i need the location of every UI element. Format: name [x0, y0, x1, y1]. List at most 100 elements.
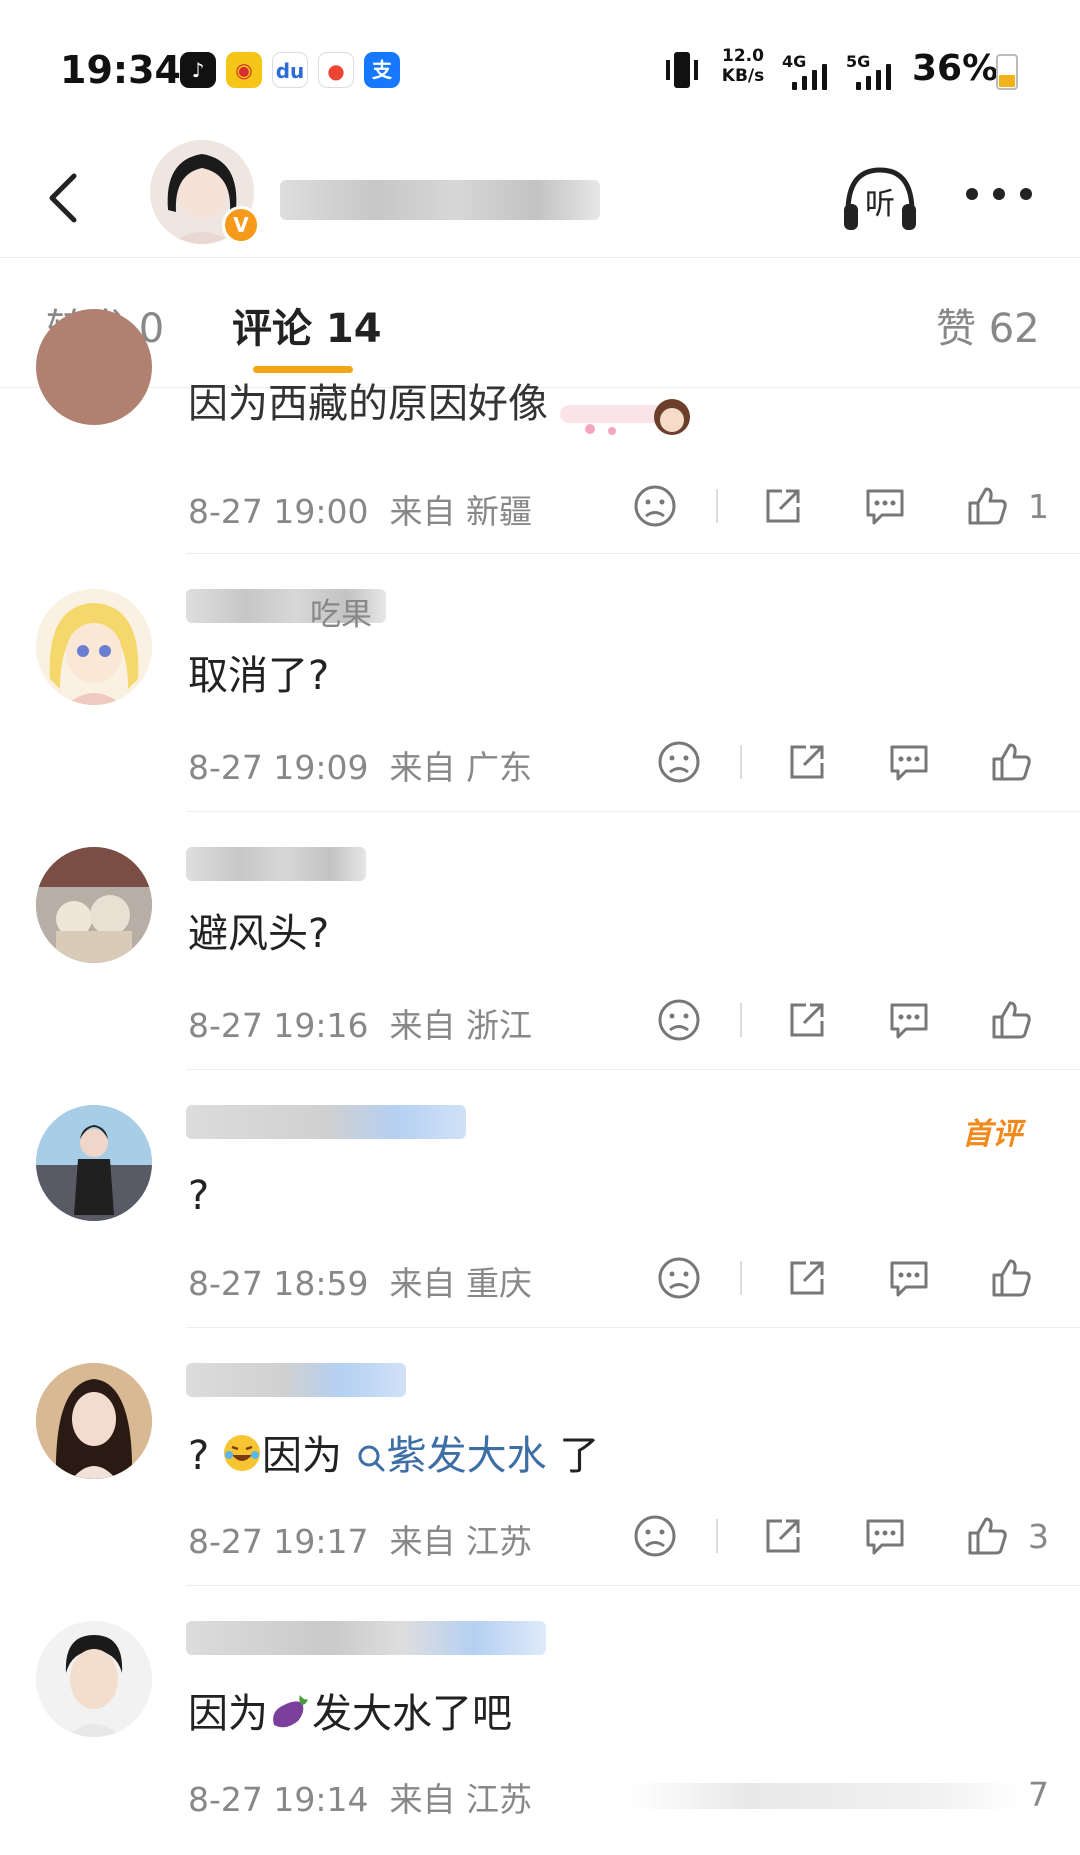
comment-text: 因为西藏的原因好像: [188, 381, 548, 427]
comment-date: 8-27 19:00: [188, 492, 369, 531]
like-icon[interactable]: [964, 1513, 1010, 1559]
comment-actions: [656, 739, 1056, 789]
action-separator: [716, 1519, 718, 1553]
comment-actions: 3: [632, 1513, 1052, 1563]
battery-percent: 36%: [912, 48, 999, 89]
commenter-name-blurred: [186, 1105, 466, 1139]
laughing-tears-emoji-icon: [222, 1433, 262, 1483]
weibo-icon: ◉: [226, 52, 262, 88]
comment-meta: 8-27 19:14 来自 江苏: [188, 1773, 532, 1821]
tab-likes[interactable]: 赞 62: [936, 296, 1040, 354]
comment-location: 来自 江苏: [389, 1522, 532, 1561]
comment-text: 取消了?: [188, 653, 330, 699]
commenter-name-blurred: [186, 1363, 406, 1397]
comment-item: ? 因为 紫发大水 了 8-27 19:17 来自 江苏 3: [0, 1327, 1080, 1586]
like-icon[interactable]: [988, 1255, 1034, 1301]
share-icon[interactable]: [760, 483, 806, 529]
comment-meta: 8-27 19:09 来自 广东: [188, 741, 532, 789]
tab-bar: 转发 0 评论 14 赞 62: [0, 258, 1080, 388]
comment-item: 避风头? 8-27 19:16 来自 浙江: [0, 811, 1080, 1070]
comment-text: ? 因为 紫发大水 了: [188, 1423, 599, 1483]
alipay-icon: 支: [364, 52, 400, 88]
like-icon[interactable]: [964, 483, 1010, 529]
comment-text-suffix: 发大水了吧: [312, 1691, 512, 1737]
reply-icon[interactable]: [862, 483, 908, 529]
comment-location: 来自 重庆: [389, 1264, 532, 1303]
listen-label: 听: [865, 187, 895, 222]
dislike-face-icon[interactable]: [632, 1513, 678, 1559]
dislike-face-icon[interactable]: [656, 739, 702, 785]
comment-text-suffix: 了: [559, 1433, 600, 1479]
more-options-icon[interactable]: [966, 184, 1032, 204]
comment-text-prefix: ?: [188, 1433, 210, 1479]
commenter-avatar[interactable]: [36, 589, 152, 705]
comment-date: 8-27 19:17: [188, 1522, 369, 1561]
like-count: 3: [1028, 1517, 1049, 1556]
listen-icon[interactable]: 听: [840, 162, 920, 234]
decorative-sticker-icon: [560, 399, 690, 435]
comment-date: 8-27 19:14: [188, 1780, 369, 1819]
share-icon[interactable]: [784, 997, 830, 1043]
signal-5g-label: 5G: [846, 52, 871, 71]
reply-icon[interactable]: [886, 997, 932, 1043]
commenter-avatar[interactable]: [36, 1363, 152, 1479]
dislike-face-icon[interactable]: [656, 997, 702, 1043]
comment-text-mid: 因为: [188, 1691, 268, 1737]
share-icon[interactable]: [784, 1255, 830, 1301]
status-time: 19:34: [60, 48, 181, 92]
tab-comments[interactable]: 评论 14: [232, 296, 382, 354]
comment-item: 因为西藏的原因好像 8-27 19:00 来自 新疆 1: [0, 309, 1080, 554]
comment-meta: 8-27 18:59 来自 重庆: [188, 1257, 532, 1305]
share-icon[interactable]: [760, 1513, 806, 1559]
action-separator: [740, 1003, 742, 1037]
like-icon[interactable]: [988, 739, 1034, 785]
comment-actions: [656, 997, 1056, 1047]
vibrate-icon: [666, 52, 698, 88]
like-count: 7: [1028, 1775, 1049, 1814]
comment-date: 8-27 19:16: [188, 1006, 369, 1045]
baidu-icon: du: [272, 52, 308, 88]
network-speed: 12.0 KB/s: [718, 46, 768, 94]
dislike-face-icon[interactable]: [656, 1255, 702, 1301]
comment-item: 吃果 取消了? 8-27 19:09 来自 广东: [0, 553, 1080, 812]
eggplant-emoji-icon: [268, 1691, 312, 1741]
verified-badge-icon: V: [222, 206, 260, 244]
comment-actions: [656, 1255, 1056, 1305]
comment-date: 8-27 19:09: [188, 748, 369, 787]
tiktok-icon: ♪: [180, 52, 216, 88]
comment-text-mid: 因为: [261, 1433, 342, 1479]
comment-location: 来自 新疆: [389, 492, 532, 531]
battery-icon: [996, 54, 1018, 90]
network-speed-value: 12.0: [722, 46, 764, 66]
like-icon[interactable]: [988, 997, 1034, 1043]
comment-meta: 8-27 19:00 来自 新疆: [188, 485, 532, 533]
comment-meta: 8-27 19:17 来自 江苏: [188, 1515, 532, 1563]
network-speed-unit: KB/s: [721, 66, 765, 86]
search-icon: [358, 1445, 385, 1472]
comment-location: 来自 广东: [389, 748, 532, 787]
commenter-name-blurred: [186, 847, 366, 881]
comment-date: 8-27 18:59: [188, 1264, 369, 1303]
reply-icon[interactable]: [886, 1255, 932, 1301]
action-separator: [716, 489, 718, 523]
comment-actions: 1: [632, 483, 1052, 533]
commenter-avatar[interactable]: [36, 847, 152, 963]
commenter-avatar[interactable]: [36, 1621, 152, 1737]
dislike-face-icon[interactable]: [632, 483, 678, 529]
signal-4g: 4G: [782, 52, 838, 90]
share-icon[interactable]: [784, 739, 830, 785]
comment-location: 来自 浙江: [389, 1006, 532, 1045]
comment-item: 因为 发大水了吧 8-27 19:14 来自 江苏 7: [0, 1585, 1080, 1855]
commenter-avatar[interactable]: [36, 1105, 152, 1221]
topic-link[interactable]: 紫发大水: [355, 1433, 547, 1479]
post-header: V 听: [0, 140, 1080, 258]
reply-icon[interactable]: [886, 739, 932, 785]
reply-icon[interactable]: [862, 1513, 908, 1559]
commenter-avatar[interactable]: [36, 309, 152, 425]
action-separator: [740, 1261, 742, 1295]
commenter-name-visible: 吃果: [310, 597, 372, 633]
status-bar: 19:34 ♪ ◉ du ● 支 12.0 KB/s 4G 5G 36%: [0, 0, 1080, 140]
back-arrow-icon[interactable]: [40, 168, 90, 228]
actions-blurred: [630, 1783, 1020, 1809]
comment-item: 首评 ? 8-27 18:59 来自 重庆: [0, 1069, 1080, 1328]
